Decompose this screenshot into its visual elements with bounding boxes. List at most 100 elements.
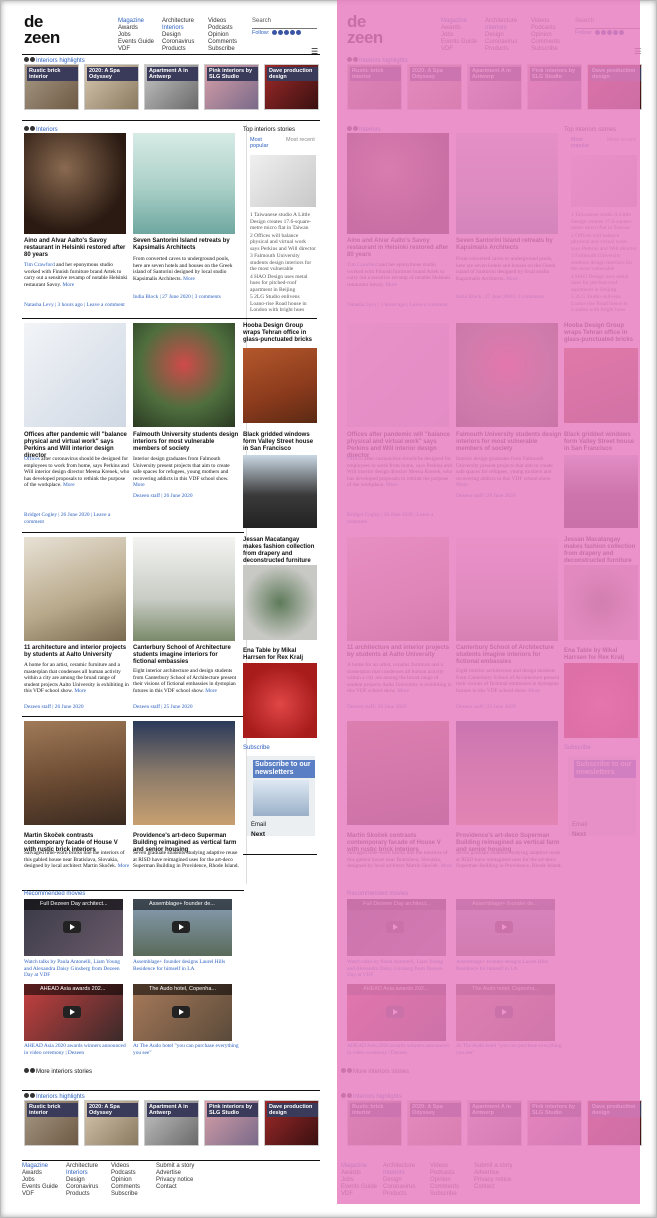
footer-submit-story[interactable]: Submit a story [156,1163,196,1170]
more-interiors-label[interactable]: More interiors stories [24,1068,92,1075]
article-image[interactable] [133,537,235,641]
nav-products[interactable]: Products [162,46,194,53]
nav-podcasts[interactable]: Podcasts [208,25,237,32]
highlight-tile[interactable]: Dave production design [587,64,642,110]
footer-comments[interactable]: Comments [430,1184,459,1191]
nav-coronavirus[interactable]: Coronavirus [485,39,517,46]
article-meta[interactable]: India Block | 27 June 2020 | 3 comments [133,294,239,301]
nav-vdf[interactable]: VDF [118,46,154,53]
article-image[interactable] [24,323,126,427]
sidebar-card-title[interactable]: Ena Table by Mikal Harrsen for Rex Kralj [243,648,319,662]
article-title[interactable]: Falmouth University students design inte… [456,432,562,453]
sidebar-card-title[interactable]: Jessan Macatangay makes fashion collecti… [564,537,640,565]
article-meta[interactable]: Dezeen staff | 25 June 2020 [456,704,562,711]
highlight-tile[interactable]: Pink interiors by SLG Studio [204,64,259,110]
article-title[interactable]: 11 architecture and interior projects by… [347,645,453,659]
highlight-tile[interactable]: Apartment A in Antwerp [467,64,522,110]
nav-subscribe[interactable]: Subscribe [208,46,237,53]
video-thumbnail[interactable]: AHEAD Asia awards 202... [347,984,446,1041]
highlight-tile[interactable]: 2020: A Spa Odyssey [407,64,462,110]
search-input[interactable]: Search [252,18,317,29]
nav-comments[interactable]: Comments [531,39,560,46]
next-button[interactable]: Next [251,831,265,838]
article-image[interactable] [456,133,558,234]
play-icon[interactable] [386,1006,404,1018]
top-story-item[interactable]: 1 Taiwanese studio A Little Design creat… [250,212,316,232]
footer-jobs[interactable]: Jobs [341,1177,377,1184]
nav-opinion[interactable]: Opinion [531,32,560,39]
video-caption[interactable]: At The Audo hotel "you can purchase ever… [133,1043,239,1056]
highlight-tile[interactable]: Apartment A in Antwerp [144,64,199,110]
video-thumbnail[interactable]: Assemblage+ founder de... [456,899,555,956]
article-image[interactable] [347,721,449,825]
footer-comments[interactable]: Comments [111,1184,140,1191]
top-story-item[interactable]: 2 Offices will balance physical and virt… [250,233,316,253]
highlight-tile[interactable]: 2020: A Spa Odyssey [407,1100,462,1146]
highlight-tile[interactable]: Pink interiors by SLG Studio [527,64,582,110]
nav-jobs[interactable]: Jobs [441,32,477,39]
nav-opinion[interactable]: Opinion [208,32,237,39]
video-caption[interactable]: Assemblage+ founder designs Laurel Hills… [456,959,562,972]
play-icon[interactable] [495,1006,513,1018]
sidebar-card-image[interactable] [564,348,638,423]
tab-most-recent[interactable]: Most recent [607,137,637,143]
article-meta[interactable]: Dezeen staff | 26 June 2020 [456,493,562,500]
footer-design[interactable]: Design [66,1177,98,1184]
footer-submit-story[interactable]: Submit a story [474,1163,514,1170]
top-story-item[interactable]: 3 Falmouth University students design in… [571,253,637,273]
play-icon[interactable] [386,921,404,933]
footer-subscribe[interactable]: Subscribe [111,1191,140,1198]
article-meta[interactable]: Dezeen staff | 26 June 2020 [24,704,130,711]
nav-magazine[interactable]: Magazine [118,18,154,25]
sidebar-card-title[interactable]: Jessan Macatangay makes fashion collecti… [243,537,319,565]
video-caption[interactable]: AHEAD Asia 2020 awards winners announced… [24,1043,128,1056]
highlight-tile[interactable]: 2020: A Spa Odyssey [84,1100,139,1146]
article-title[interactable]: Aino and Alvar Aalto's Savoy restaurant … [347,238,451,259]
footer-interiors[interactable]: Interiors [383,1170,415,1177]
sidebar-card-image[interactable] [243,455,317,528]
highlight-tile[interactable]: Dave production design [587,1100,642,1146]
article-meta[interactable]: Dezeen staff | 25 June 2020 [133,704,239,711]
article-title[interactable]: Aino and Alvar Aalto's Savoy restaurant … [24,238,128,259]
highlights-label[interactable]: Interiors highlights [24,57,85,64]
article-meta[interactable]: Natasha Levy | 3 hours ago | Leave a com… [347,302,451,309]
nav-comments[interactable]: Comments [208,39,237,46]
footer-awards[interactable]: Awards [22,1170,58,1177]
footer-awards[interactable]: Awards [341,1170,377,1177]
top-story-item[interactable]: 3 Falmouth University students design in… [250,253,316,273]
footer-jobs[interactable]: Jobs [22,1177,58,1184]
top-story-item[interactable]: 1 Taiwanese studio A Little Design creat… [571,212,637,232]
nav-subscribe[interactable]: Subscribe [531,46,560,53]
footer-videos[interactable]: Videos [111,1163,140,1170]
next-button[interactable]: Next [572,831,586,838]
instagram-icon[interactable] [606,30,612,36]
footer-coronavirus[interactable]: Coronavirus [383,1184,415,1191]
nav-coronavirus[interactable]: Coronavirus [162,39,194,46]
highlight-tile[interactable]: Rustic brick interior [24,64,79,110]
article-title[interactable]: Seven Santorini Island retreats by Kapsi… [133,238,239,252]
play-icon[interactable] [172,921,190,933]
footer-products[interactable]: Products [66,1191,98,1198]
dezeen-logo[interactable]: de zeen [347,13,383,46]
article-image[interactable] [347,133,449,234]
search-input[interactable]: Search [575,18,640,29]
article-meta[interactable]: Bridget Cogley | 26 June 2020 | Leave a … [24,512,130,525]
article-image[interactable] [456,323,558,427]
footer-opinion[interactable]: Opinion [430,1177,459,1184]
highlight-tile[interactable]: Rustic brick interior [24,1100,79,1146]
facebook-icon[interactable] [271,30,277,36]
highlight-tile[interactable]: Rustic brick interior [347,1100,402,1146]
nav-architecture[interactable]: Architecture [162,18,194,25]
footer-advertise[interactable]: Advertise [474,1170,514,1177]
nav-awards[interactable]: Awards [441,25,477,32]
footer-vdf[interactable]: VDF [22,1191,58,1198]
article-image[interactable] [133,323,235,427]
article-image[interactable] [24,537,126,641]
video-caption[interactable]: Watch talks by Paula Antonelli, Liam You… [24,959,128,979]
video-thumbnail[interactable]: Assemblage+ founder de... [133,899,232,956]
twitter-icon[interactable] [277,30,283,36]
article-meta[interactable]: Natasha Levy | 3 hours ago | Leave a com… [24,302,128,309]
pinterest-icon[interactable] [612,30,618,36]
play-icon[interactable] [63,1006,81,1018]
play-icon[interactable] [63,921,81,933]
